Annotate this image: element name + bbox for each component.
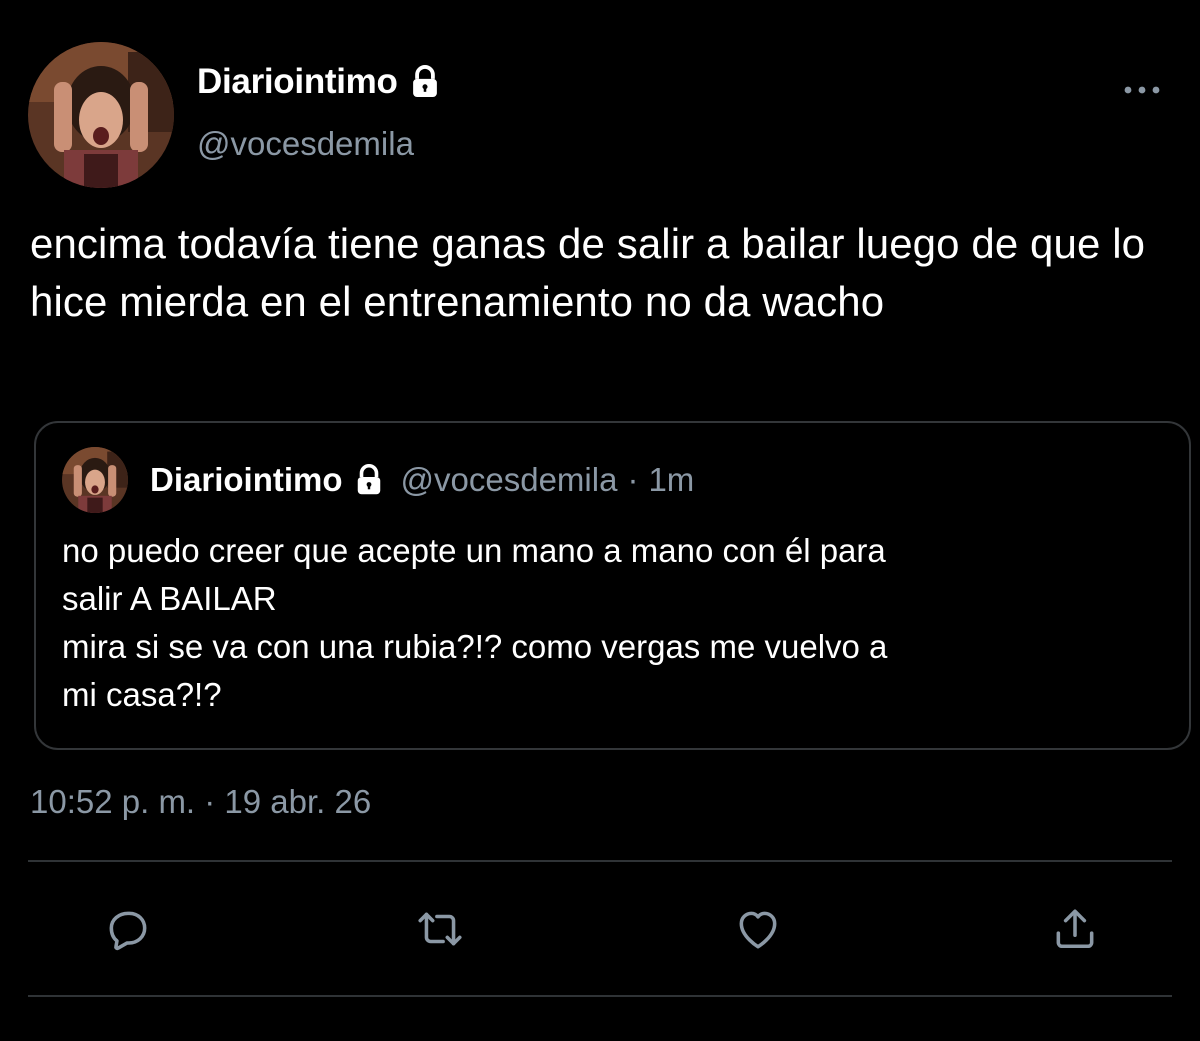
quoted-tweet-header: Diariointimo @vocesdemila · 1m [150, 461, 694, 499]
more-options-icon[interactable] [1120, 78, 1164, 102]
tweet-text: encima todavía tiene ganas de salir a ba… [30, 220, 1146, 325]
quoted-author-name: Diariointimo [150, 461, 343, 498]
like-icon[interactable] [733, 904, 783, 954]
quoted-author-avatar [62, 447, 128, 513]
author-name-row[interactable]: Diariointimo [197, 62, 444, 102]
author-handle[interactable]: @vocesdemila [197, 125, 414, 163]
separator-dot: · [627, 461, 639, 498]
quoted-tweet-time: 1m [648, 461, 695, 498]
author-display-name[interactable]: Diariointimo [197, 62, 398, 102]
retweet-icon[interactable] [415, 904, 465, 954]
reply-icon[interactable] [103, 904, 153, 954]
divider [28, 995, 1172, 997]
divider [28, 860, 1172, 862]
lock-icon [406, 63, 444, 101]
tweet-timestamp[interactable]: 10:52 p. m. · 19 abr. 26 [30, 783, 371, 821]
author-avatar[interactable] [28, 42, 174, 188]
quoted-tweet-text: no puedo creer que acepte un mano a mano… [62, 532, 888, 713]
quoted-tweet-card[interactable]: Diariointimo @vocesdemila · 1m no puedo … [34, 421, 1191, 750]
share-icon[interactable] [1050, 904, 1100, 954]
quoted-author-handle: @vocesdemila [400, 461, 618, 498]
lock-icon [351, 462, 387, 498]
